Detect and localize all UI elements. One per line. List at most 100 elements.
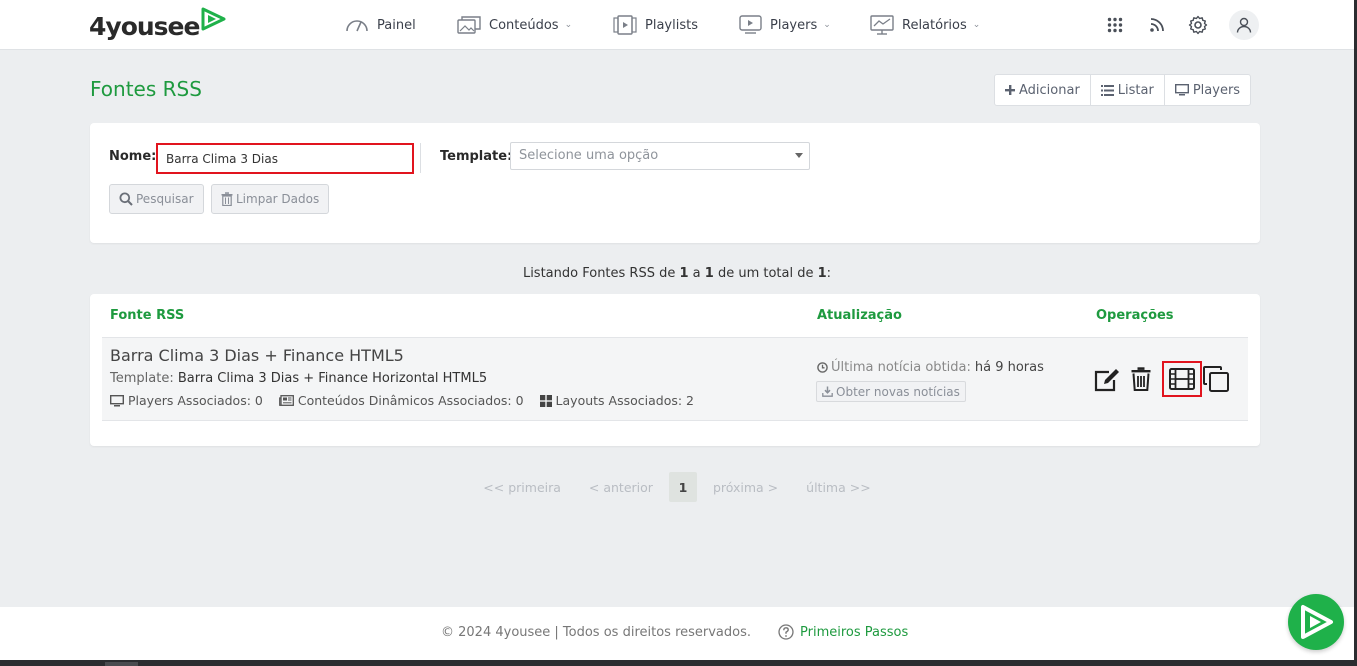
nav-playlists-label: Playlists xyxy=(645,17,698,33)
images-icon xyxy=(457,16,481,34)
caret-down-icon xyxy=(795,153,803,158)
trash-icon[interactable] xyxy=(1130,366,1152,392)
listing-summary: Listando Fontes RSS de 1 a 1 de um total… xyxy=(0,266,1354,281)
list-icon xyxy=(1100,84,1114,96)
nav-conteudos[interactable]: Conteúdos ⌄ xyxy=(457,12,572,38)
page-actions: Adicionar Listar Players xyxy=(994,74,1252,106)
user-icon[interactable] xyxy=(1229,10,1259,40)
rss-icon[interactable] xyxy=(1147,12,1167,38)
fetch-news-button[interactable]: Obter novas notícias xyxy=(816,381,966,402)
template-select[interactable]: Selecione uma opção xyxy=(510,142,810,170)
page-title: Fontes RSS xyxy=(90,77,202,101)
row-associations: Players Associados: 0 Conteúdos Dinâmico… xyxy=(110,393,710,408)
list-button[interactable]: Listar xyxy=(1091,75,1165,105)
reports-icon xyxy=(870,15,894,35)
pagination-last[interactable]: última >> xyxy=(792,480,885,495)
brand-name: 4yousee xyxy=(89,12,200,41)
nav-players[interactable]: Players ⌄ xyxy=(739,12,831,38)
nav-painel-label: Painel xyxy=(377,17,416,33)
nav-conteudos-label: Conteúdos xyxy=(489,17,559,33)
monitor-icon xyxy=(1174,84,1189,96)
copy-icon[interactable] xyxy=(1202,365,1230,393)
playlist-icon xyxy=(613,15,637,35)
chevron-down-icon: ⌄ xyxy=(972,20,981,30)
clear-button[interactable]: Limpar Dados xyxy=(211,184,330,214)
pagination-current[interactable]: 1 xyxy=(668,472,697,502)
rss-template: Template: Barra Clima 3 Dias + Finance H… xyxy=(110,371,487,386)
column-header-update: Atualização xyxy=(817,308,902,323)
rss-source-title: Barra Clima 3 Dias + Finance HTML5 xyxy=(110,346,404,365)
template-select-placeholder: Selecione uma opção xyxy=(519,148,659,163)
listing-mid: a xyxy=(688,266,705,281)
pagination: << primeira < anterior 1 próxima > últim… xyxy=(0,472,1354,502)
plus-icon xyxy=(1005,85,1015,95)
brand-play-icon xyxy=(1301,605,1333,639)
table-row: Barra Clima 3 Dias + Finance HTML5 Templ… xyxy=(102,337,1248,421)
add-button-label: Adicionar xyxy=(1019,82,1080,98)
pagination-prev[interactable]: < anterior xyxy=(575,480,667,495)
name-input[interactable] xyxy=(156,143,414,174)
dynamic-contents-text: Conteúdos Dinâmicos Associados: 0 xyxy=(297,393,524,408)
page: 4yousee Painel Conteúdos ⌄ Playlists Pla… xyxy=(0,0,1354,660)
template-label: Template: xyxy=(440,149,513,164)
search-button-label: Pesquisar xyxy=(136,192,194,206)
pagination-next[interactable]: próxima > xyxy=(699,480,792,495)
gauge-icon xyxy=(346,20,368,32)
listing-suffix: : xyxy=(826,266,832,281)
player-icon xyxy=(739,15,762,34)
layouts-associated: Layouts Associados: 2 xyxy=(539,393,694,408)
brand-play-icon xyxy=(201,7,226,31)
column-header-source: Fonte RSS xyxy=(110,308,185,323)
gear-icon[interactable] xyxy=(1187,12,1209,38)
listing-total: 1 xyxy=(817,266,827,281)
brand-logo[interactable]: 4yousee xyxy=(89,7,228,46)
edit-icon[interactable] xyxy=(1092,366,1122,394)
fetch-news-label: Obter novas notícias xyxy=(836,384,960,399)
monitor-icon xyxy=(110,394,124,406)
add-button[interactable]: Adicionar xyxy=(995,75,1091,105)
name-label: Nome: xyxy=(109,149,157,164)
layouts-associated-text: Layouts Associados: 2 xyxy=(555,393,694,408)
film-icon[interactable] xyxy=(1162,361,1202,397)
nav-players-label: Players xyxy=(770,17,818,33)
clear-button-label: Limpar Dados xyxy=(236,192,320,206)
taskbar-edge xyxy=(0,660,1357,666)
listing-prefix: Listando Fontes RSS de xyxy=(522,266,680,281)
pagination-first[interactable]: << primeira xyxy=(469,480,575,495)
apps-grid-icon[interactable] xyxy=(1105,12,1125,38)
players-associated: Players Associados: 0 xyxy=(110,393,263,408)
rss-table: Fonte RSS Atualização Operações Barra Cl… xyxy=(90,294,1260,446)
list-button-label: Listar xyxy=(1117,82,1154,98)
divider xyxy=(420,143,421,173)
players-button[interactable]: Players xyxy=(1165,75,1250,105)
chevron-down-icon: ⌄ xyxy=(823,20,831,30)
last-news: Última notícia obtida: há 9 horas xyxy=(817,360,1044,375)
last-news-value: há 9 horas xyxy=(974,360,1044,375)
help-link[interactable]: Primeiros Passos xyxy=(778,624,908,640)
copyright: © 2024 4yousee | Todos os direitos reser… xyxy=(441,625,752,640)
clock-icon xyxy=(817,362,828,373)
nav-relatorios[interactable]: Relatórios ⌄ xyxy=(870,12,980,38)
search-button[interactable]: Pesquisar xyxy=(109,184,204,214)
nav-painel[interactable]: Painel xyxy=(345,12,416,38)
chevron-down-icon: ⌄ xyxy=(564,20,573,30)
help-icon xyxy=(778,624,794,640)
players-associated-text: Players Associados: 0 xyxy=(128,393,263,408)
template-value: Barra Clima 3 Dias + Finance Horizontal … xyxy=(177,371,488,386)
nav-playlists[interactable]: Playlists xyxy=(613,12,698,38)
players-button-label: Players xyxy=(1192,82,1241,98)
search-icon xyxy=(119,192,133,206)
listing-mid2: de um total de xyxy=(713,266,818,281)
last-news-label: Última notícia obtida: xyxy=(831,360,971,375)
template-label-text: Template: xyxy=(110,371,174,386)
listing-from: 1 xyxy=(679,266,689,281)
download-icon xyxy=(822,386,833,397)
top-navbar: 4yousee Painel Conteúdos ⌄ Playlists Pla… xyxy=(0,0,1354,50)
nav-relatorios-label: Relatórios xyxy=(902,17,967,33)
listing-to: 1 xyxy=(704,266,714,281)
newspaper-icon xyxy=(278,395,294,406)
dynamic-contents-associated: Conteúdos Dinâmicos Associados: 0 xyxy=(278,393,524,408)
assistant-fab[interactable] xyxy=(1288,594,1344,650)
footer: © 2024 4yousee | Todos os direitos reser… xyxy=(0,607,1354,660)
column-header-operations: Operações xyxy=(1096,308,1174,323)
